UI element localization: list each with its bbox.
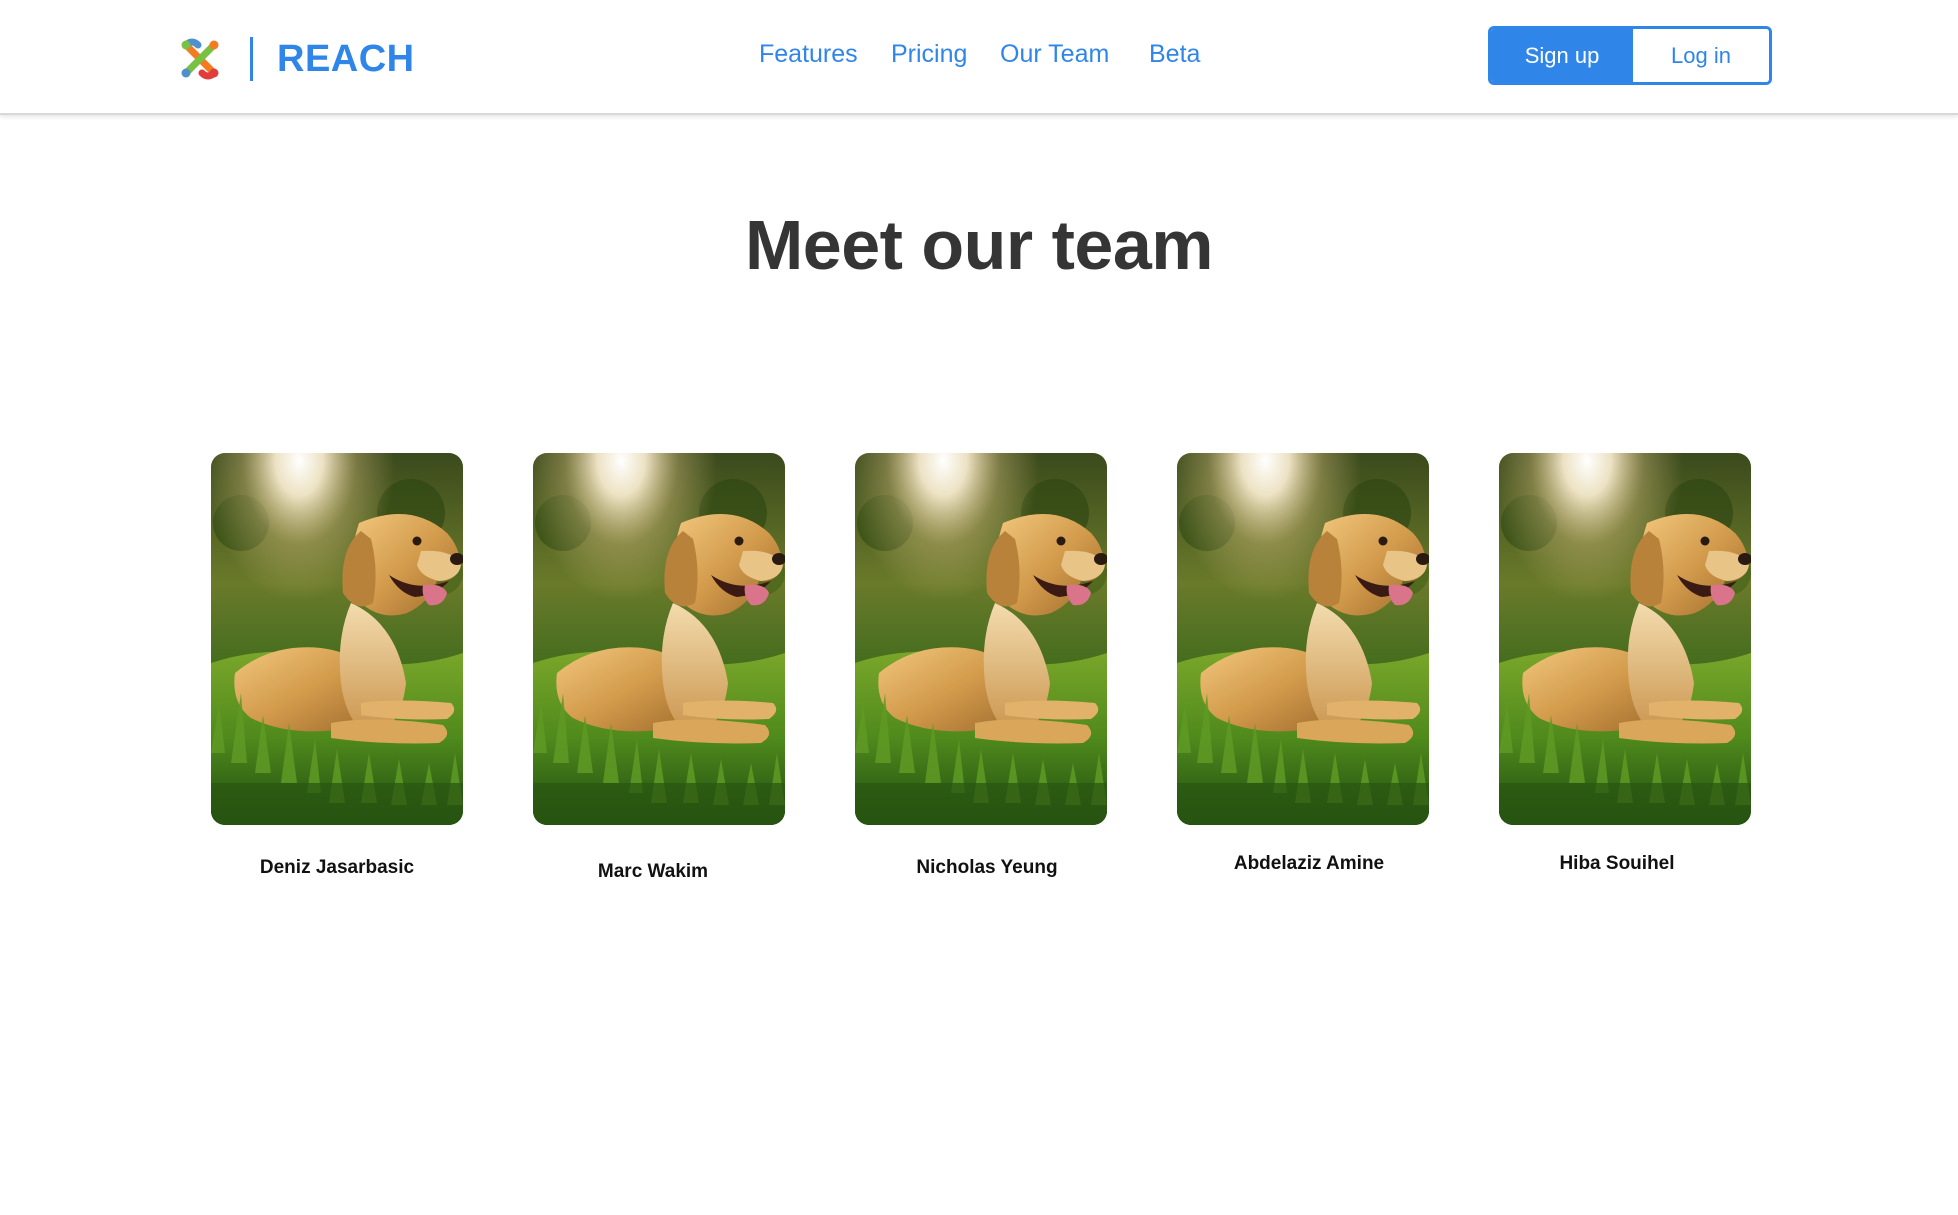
auth-button-group: Sign up Log in	[1488, 26, 1772, 85]
team-member-card: Marc Wakim	[533, 453, 785, 882]
team-member-card: Abdelaziz Amine	[1177, 453, 1429, 874]
team-member-name: Deniz Jasarbasic	[259, 857, 415, 878]
nav-link-features[interactable]: Features	[759, 40, 858, 69]
team-member-card: Deniz Jasarbasic	[211, 453, 463, 878]
team-member-name: Abdelaziz Amine	[1233, 853, 1385, 874]
team-member-photo	[1177, 453, 1429, 825]
team-member-photo	[1499, 453, 1751, 825]
team-member-card: Nicholas Yeung	[855, 453, 1107, 878]
team-member-card: Hiba Souihel	[1499, 453, 1751, 874]
top-navbar: REACH Features Pricing Our Team Beta Sig…	[0, 0, 1958, 115]
team-member-photo	[855, 453, 1107, 825]
nav-link-beta[interactable]: Beta	[1149, 40, 1200, 69]
sign-up-button[interactable]: Sign up	[1491, 29, 1633, 82]
team-member-name: Marc Wakim	[597, 861, 709, 882]
page-title: Meet our team	[744, 206, 1214, 284]
team-member-photo	[211, 453, 463, 825]
nav-link-pricing[interactable]: Pricing	[891, 40, 967, 69]
log-in-button[interactable]: Log in	[1633, 29, 1769, 82]
team-member-name: Hiba Souihel	[1559, 853, 1675, 874]
team-member-name: Nicholas Yeung	[916, 857, 1058, 878]
nav-link-our-team[interactable]: Our Team	[1000, 40, 1109, 69]
team-member-photo	[533, 453, 785, 825]
